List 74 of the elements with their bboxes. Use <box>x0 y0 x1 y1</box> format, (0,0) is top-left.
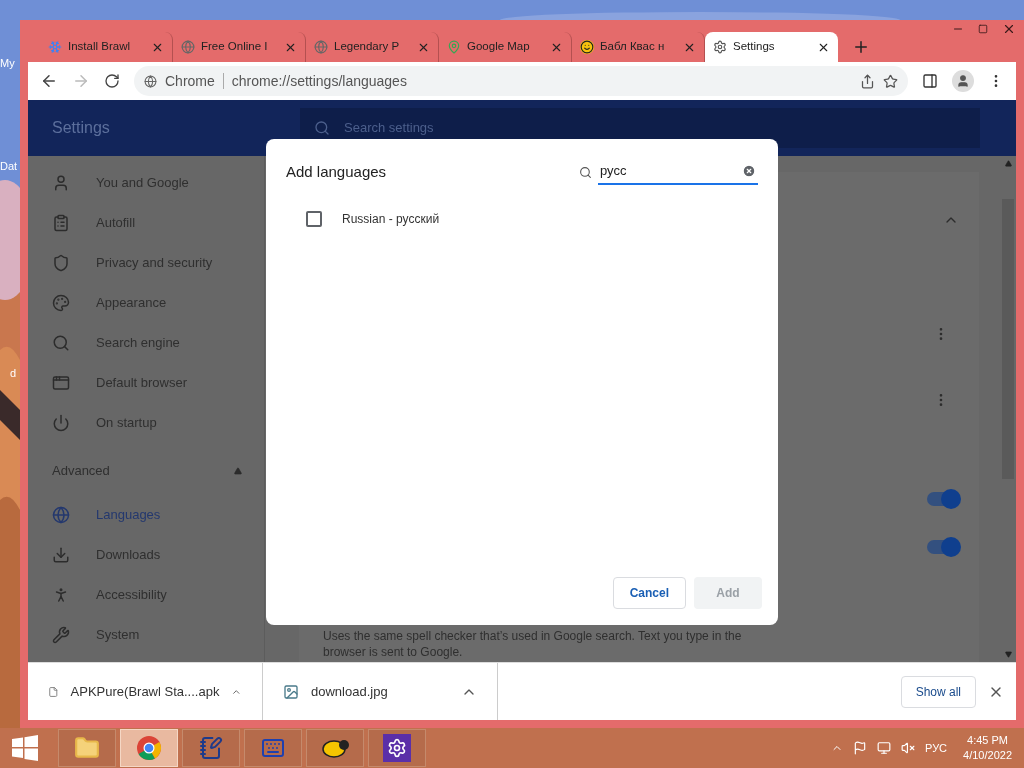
sidebar-item[interactable]: Accessibility <box>28 575 264 615</box>
maximize-icon[interactable] <box>978 24 988 34</box>
avatar[interactable] <box>952 70 974 92</box>
back-icon[interactable] <box>40 72 58 90</box>
chrome-icon <box>136 735 162 761</box>
desktop-icon-label[interactable]: d <box>10 368 20 379</box>
search-icon <box>579 165 592 179</box>
sidebar-item[interactable]: You and Google <box>28 163 264 203</box>
search-icon <box>314 120 330 136</box>
map-pin-icon <box>447 40 461 54</box>
cancel-button[interactable]: Cancel <box>612 577 686 609</box>
browser-tab[interactable]: Settings <box>705 32 838 62</box>
share-icon[interactable] <box>860 73 875 89</box>
toggle-switch[interactable] <box>927 540 959 554</box>
sidebar-item[interactable]: Privacy and security <box>28 243 264 283</box>
scroll-up-icon[interactable] <box>1004 160 1012 167</box>
toggle-switch[interactable] <box>927 492 959 506</box>
sidebar-item[interactable]: Downloads <box>28 535 264 575</box>
download-icon <box>52 546 70 564</box>
checkbox[interactable] <box>306 211 322 227</box>
folder-icon <box>74 735 100 761</box>
clear-icon[interactable] <box>742 164 756 178</box>
clipboard-icon <box>52 214 70 232</box>
browser-window-icon <box>52 374 70 392</box>
star-icon[interactable] <box>883 73 898 89</box>
power-icon <box>52 414 70 432</box>
image-file-icon <box>283 683 299 700</box>
desktop-icon-label[interactable]: Dat <box>0 161 20 172</box>
scroll-down-icon[interactable] <box>1004 651 1012 658</box>
wrench-icon <box>52 626 70 644</box>
palette-icon <box>52 294 70 312</box>
language-indicator[interactable]: РУС <box>925 739 948 757</box>
reload-icon[interactable] <box>104 73 120 89</box>
windows-start-icon[interactable] <box>12 735 38 761</box>
notepad-icon <box>199 736 223 760</box>
forward-icon[interactable] <box>72 72 90 90</box>
sidebar-item[interactable]: Appearance <box>28 283 264 323</box>
taskbar-app[interactable] <box>368 729 426 767</box>
globe-icon <box>52 506 70 524</box>
advanced-section-header[interactable]: Advanced <box>28 447 264 495</box>
shield-icon <box>52 254 70 272</box>
language-option[interactable]: Russian - русский <box>342 210 440 228</box>
sidebar-item[interactable]: Languages <box>28 495 264 535</box>
download-item[interactable]: download.jpg <box>263 663 498 720</box>
sidebar-item[interactable]: Autofill <box>28 203 264 243</box>
smiley-icon <box>580 40 594 54</box>
taskbar-app[interactable] <box>306 729 364 767</box>
address-bar[interactable]: Chrome chrome://settings/languages <box>134 66 908 96</box>
show-all-button[interactable]: Show all <box>900 675 976 708</box>
globe-icon <box>144 74 157 88</box>
sidebar-item[interactable]: On startup <box>28 403 264 443</box>
globe-icon <box>181 40 195 54</box>
dialog-title: Add languages <box>286 161 387 182</box>
caret-up-icon <box>234 467 242 475</box>
download-item[interactable]: APKPure(Brawl Sta....apk <box>28 663 263 720</box>
side-panel-icon[interactable] <box>922 73 938 89</box>
settings-app-icon <box>383 734 411 762</box>
snowflake-icon <box>48 40 62 54</box>
new-tab-icon[interactable] <box>852 38 870 56</box>
clock-date[interactable]: 4/10/2022 <box>963 748 1012 763</box>
sidebar-item[interactable]: Default browser <box>28 363 264 403</box>
person-icon <box>52 174 70 192</box>
language-search-field[interactable]: русс <box>598 159 758 185</box>
muted-speaker-icon[interactable] <box>901 741 916 755</box>
globe-icon <box>314 40 328 54</box>
gear-icon <box>713 40 727 54</box>
desktop-icon-label[interactable]: My <box>0 58 20 69</box>
flag-icon[interactable] <box>853 741 868 755</box>
sidebar-item[interactable]: Search engine <box>28 323 264 363</box>
sidebar-item[interactable]: System <box>28 615 264 655</box>
search-icon <box>52 334 70 352</box>
clock-time[interactable]: 4:45 PM <box>967 733 1008 748</box>
keyboard-icon <box>261 736 285 760</box>
network-icon[interactable] <box>877 741 892 755</box>
